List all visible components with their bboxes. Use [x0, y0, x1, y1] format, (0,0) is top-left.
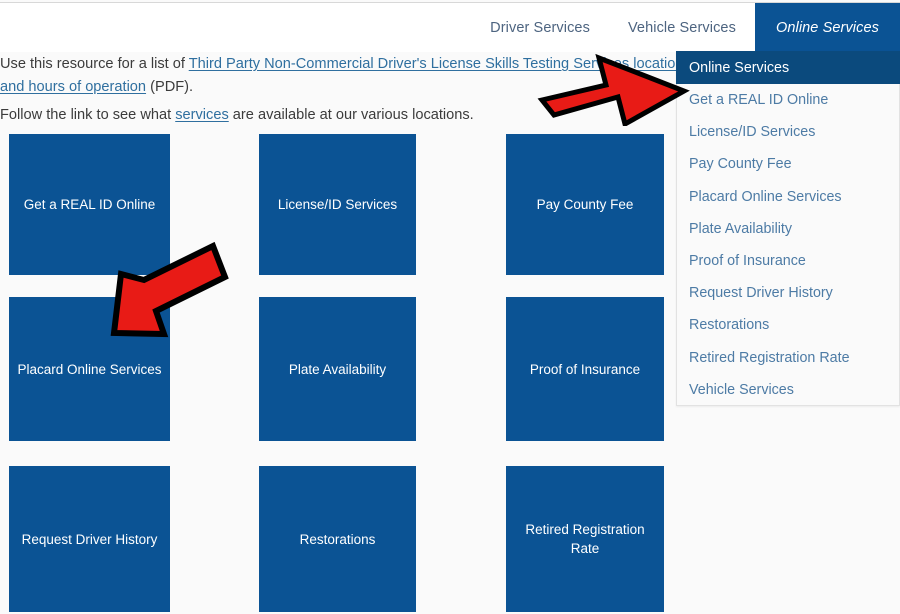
tile-label: Restorations	[299, 531, 376, 547]
tile-label: Request Driver History	[21, 531, 158, 547]
dropdown-item-license-id-services[interactable]: License/ID Services	[677, 116, 899, 148]
dropdown-item-plate-availability[interactable]: Plate Availability	[677, 213, 899, 245]
tile-label: Retired Registration Rate	[525, 522, 645, 556]
tile-license-id-services[interactable]: License/ID Services	[259, 134, 416, 275]
dropdown-item-restorations[interactable]: Restorations	[677, 309, 899, 341]
dropdown-item-online-services[interactable]: Online Services	[676, 51, 900, 84]
paragraph2-before-text: Follow the link to see what	[0, 107, 176, 123]
dropdown-item-request-driver-history[interactable]: Request Driver History	[677, 277, 899, 309]
tile-retired-registration-rate[interactable]: Retired Registration Rate	[506, 466, 664, 612]
tile-plate-availability[interactable]: Plate Availability	[259, 297, 416, 441]
tile-label: Placard Online Services	[17, 361, 162, 377]
nav-tab-online-services[interactable]: Online Services	[754, 3, 900, 52]
dropdown-item-get-a-real-id-online[interactable]: Get a REAL ID Online	[677, 84, 899, 116]
arrow-to-dropdown-icon	[537, 53, 690, 126]
tile-label: Get a REAL ID Online	[23, 197, 156, 212]
paragraph2-after-text: are available at our various locations.	[228, 107, 474, 123]
tile-proof-of-insurance[interactable]: Proof of Insurance	[506, 297, 664, 441]
arrow-to-placard-tile-icon	[110, 241, 229, 338]
page-root: Driver Services Vehicle Services Online …	[0, 0, 900, 614]
tile-label: License/ID Services	[277, 197, 398, 212]
dropdown-item-proof-of-insurance[interactable]: Proof of Insurance	[677, 245, 899, 277]
online-services-dropdown-menu: Online Services Get a REAL ID Online Lic…	[676, 51, 900, 406]
top-navigation-bar: Driver Services Vehicle Services Online …	[0, 3, 900, 52]
paragraph1-before-text: Use this resource for a list of	[0, 56, 189, 72]
dropdown-item-pay-county-fee[interactable]: Pay County Fee	[677, 148, 899, 180]
tile-pay-county-fee[interactable]: Pay County Fee	[506, 134, 664, 275]
tile-label: Plate Availability	[288, 361, 387, 377]
paragraph1-after-text: (PDF).	[146, 79, 194, 95]
dropdown-item-retired-registration-rate[interactable]: Retired Registration Rate	[677, 342, 899, 374]
tile-label: Proof of Insurance	[529, 361, 641, 377]
tile-label: Pay County Fee	[536, 197, 634, 212]
dropdown-item-placard-online-services[interactable]: Placard Online Services	[677, 181, 899, 213]
dropdown-item-vehicle-services[interactable]: Vehicle Services	[677, 374, 899, 406]
tile-restorations[interactable]: Restorations	[259, 466, 416, 612]
tile-request-driver-history[interactable]: Request Driver History	[9, 466, 170, 612]
services-link[interactable]: services	[175, 107, 229, 123]
